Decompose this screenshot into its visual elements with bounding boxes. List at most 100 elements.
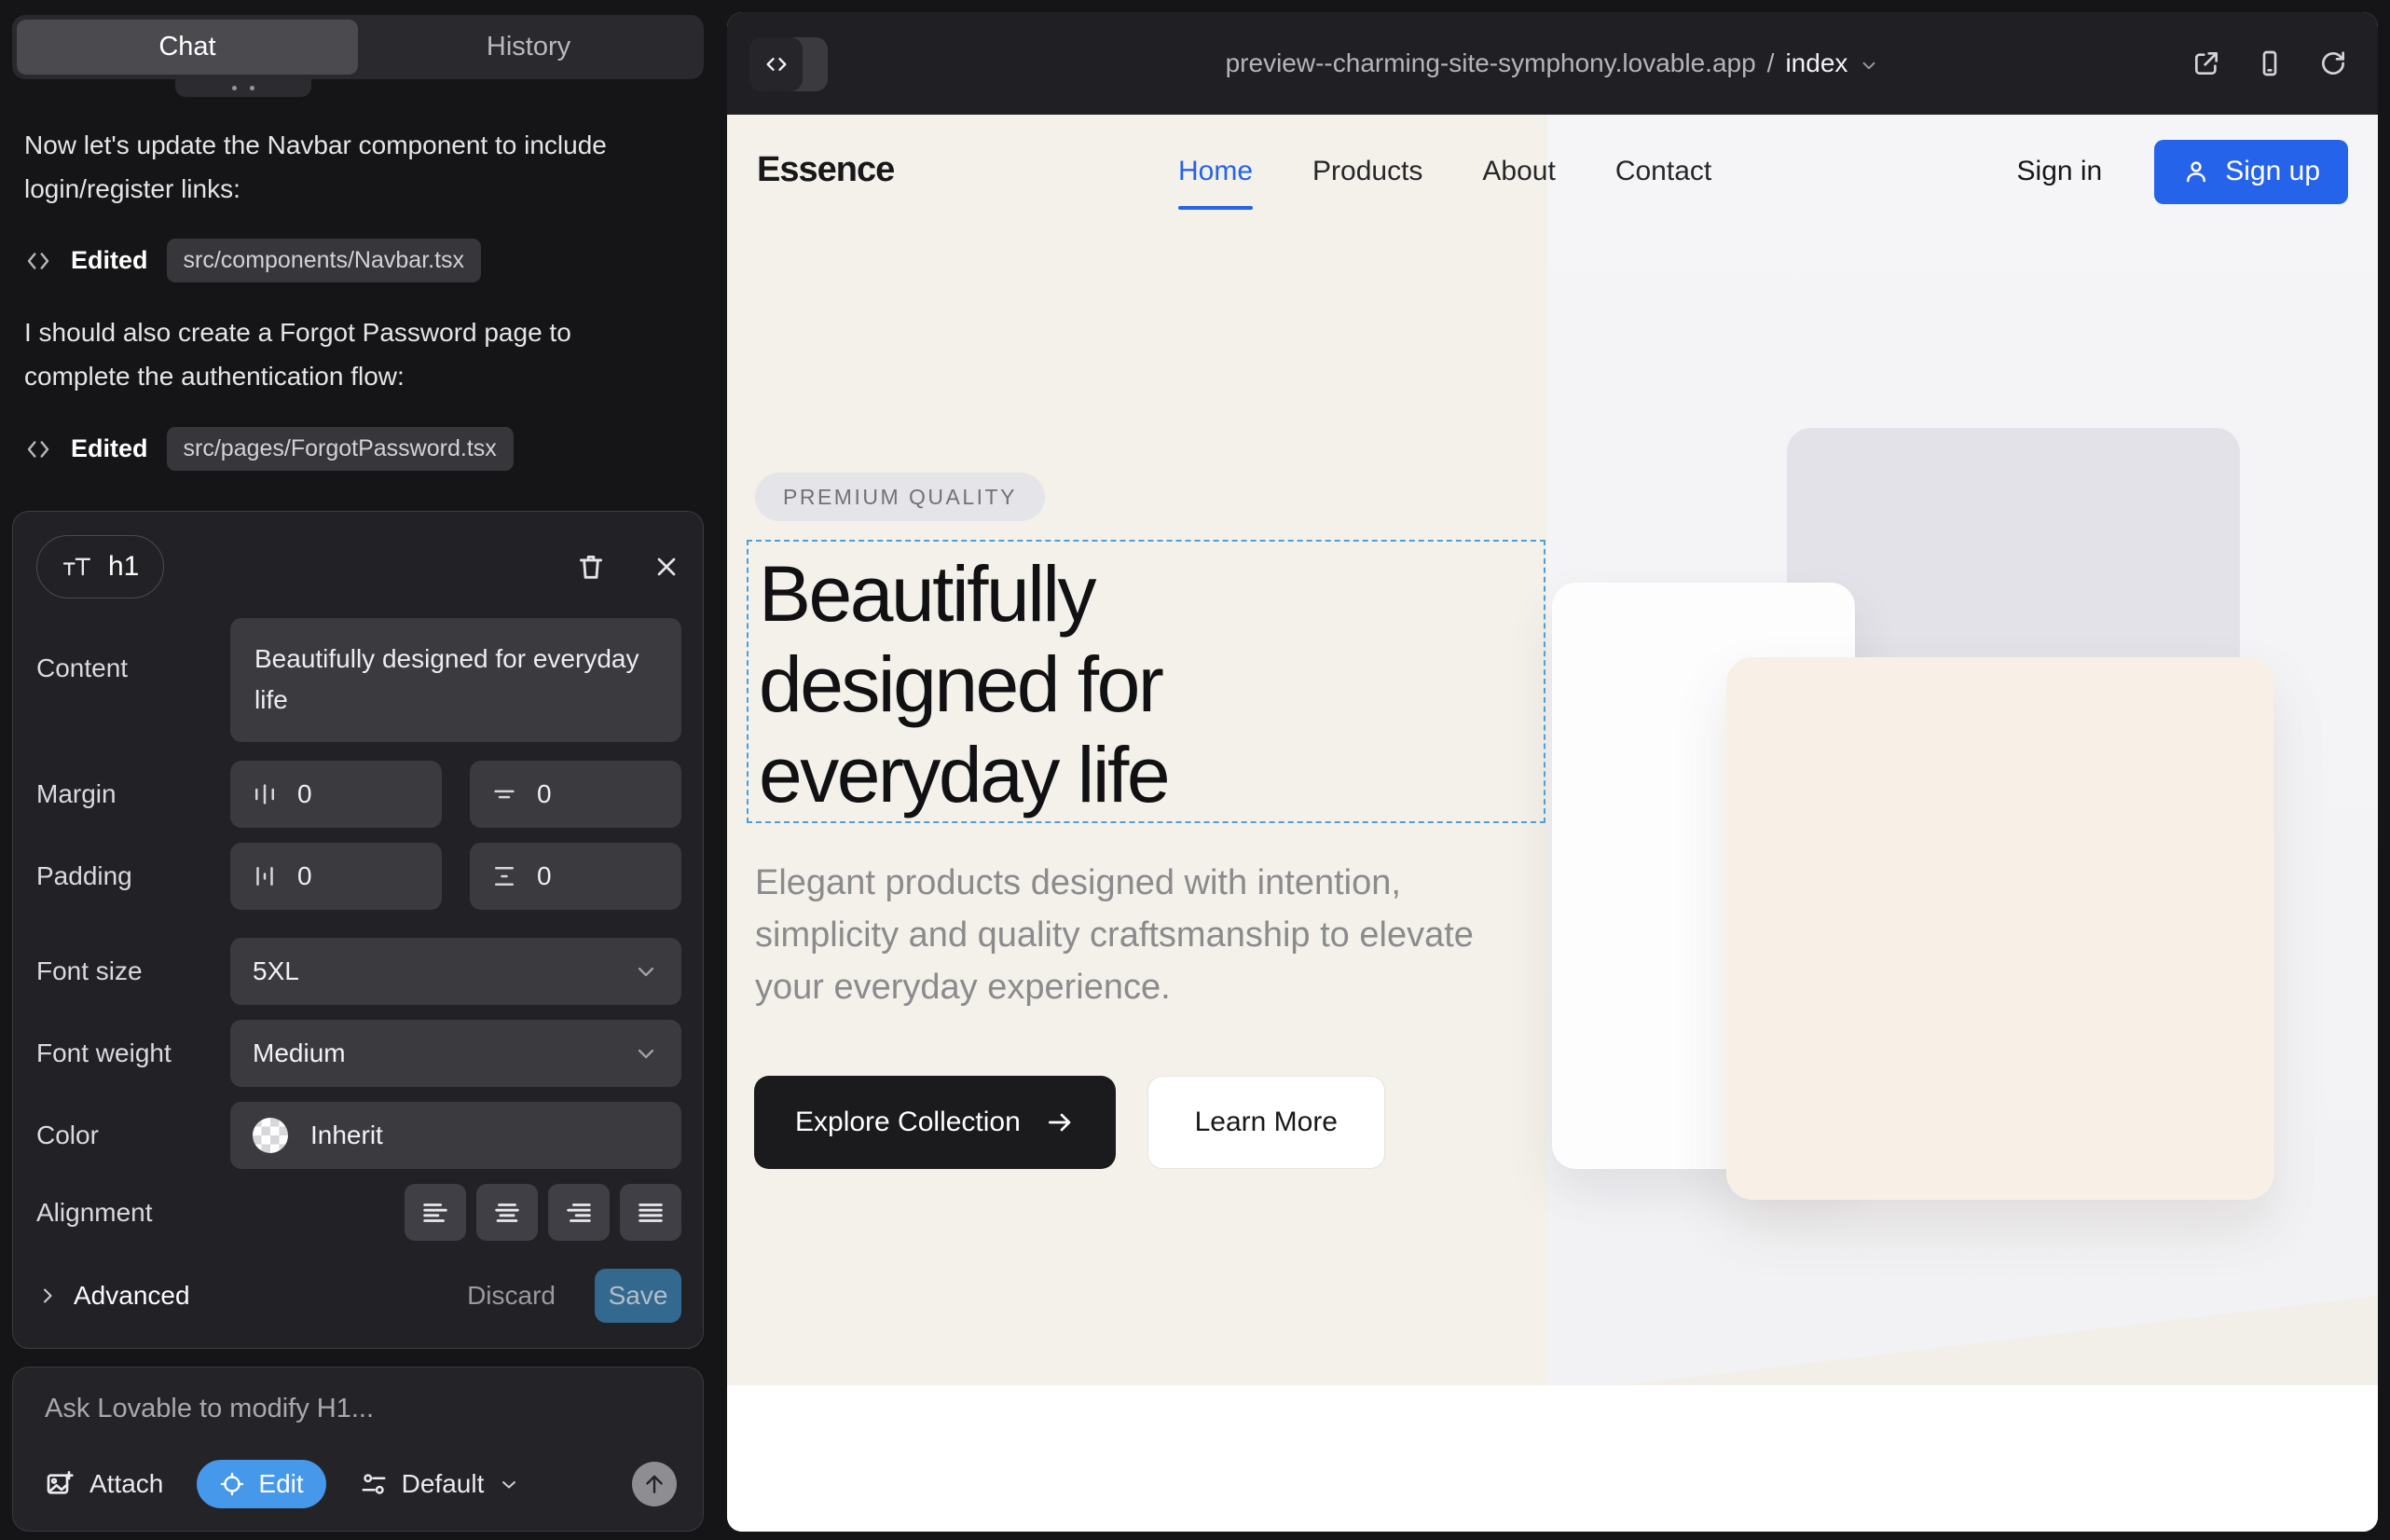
smartphone-icon: [2255, 48, 2285, 78]
font-size-select[interactable]: 5XL: [230, 938, 681, 1005]
type-icon: [62, 554, 93, 580]
font-weight-select[interactable]: Medium: [230, 1020, 681, 1087]
preview-url[interactable]: preview--charming-site-symphony.lovable.…: [727, 12, 2378, 115]
alignment-row: Alignment: [36, 1184, 681, 1241]
editor-footer: Advanced Discard Save: [36, 1269, 681, 1323]
prompt-composer: Ask Lovable to modify H1... Attach: [12, 1367, 704, 1532]
align-justify-button[interactable]: [620, 1184, 681, 1241]
margin-row: Margin 0 0: [36, 761, 681, 828]
margin-x-input[interactable]: 0: [230, 761, 442, 828]
align-justify-icon: [635, 1197, 666, 1229]
align-left-icon: [419, 1197, 451, 1229]
delete-element-button[interactable]: [575, 551, 607, 583]
attach-button[interactable]: Attach: [45, 1469, 163, 1499]
hero-badge: PREMIUM QUALITY: [755, 473, 1045, 521]
target-icon: [219, 1471, 245, 1497]
sliders-icon: [360, 1470, 388, 1498]
align-center-button[interactable]: [476, 1184, 538, 1241]
code-icon: [24, 435, 52, 463]
url-separator: /: [1767, 48, 1775, 78]
mobile-view-button[interactable]: [2255, 48, 2285, 78]
chevron-down-icon: [633, 1040, 659, 1066]
discard-button[interactable]: Discard: [467, 1281, 556, 1311]
chevron-right-icon: [36, 1285, 59, 1307]
alignment-label: Alignment: [36, 1198, 230, 1228]
edited-file-row: Edited src/pages/ForgotPassword.tsx: [24, 427, 514, 471]
learn-more-button[interactable]: Learn More: [1147, 1076, 1385, 1169]
margin-y-input[interactable]: 0: [470, 761, 681, 828]
nav-link-about[interactable]: About: [1482, 156, 1555, 187]
color-label: Color: [36, 1121, 230, 1150]
margin-horizontal-icon: [251, 780, 279, 808]
nav-link-contact[interactable]: Contact: [1615, 156, 1711, 187]
align-right-button[interactable]: [548, 1184, 610, 1241]
sign-up-button[interactable]: Sign up: [2154, 140, 2348, 204]
active-underline: [1178, 206, 1253, 210]
external-link-icon: [2191, 48, 2221, 78]
padding-vertical-icon: [490, 862, 518, 890]
send-button[interactable]: [632, 1462, 677, 1506]
font-size-label: Font size: [36, 956, 230, 986]
explore-collection-button[interactable]: Explore Collection: [754, 1076, 1116, 1169]
save-button[interactable]: Save: [595, 1269, 681, 1323]
site-nav-links: Home Products About Contact: [1178, 115, 1711, 228]
padding-horizontal-icon: [251, 862, 279, 890]
preview-panel: preview--charming-site-symphony.lovable.…: [727, 12, 2378, 1532]
refresh-button[interactable]: [2318, 48, 2348, 78]
edited-file-chip[interactable]: src/components/Navbar.tsx: [167, 239, 482, 282]
user-icon: [2182, 158, 2210, 186]
scrolled-badge-peek: [175, 79, 311, 97]
tag-label: h1: [108, 551, 139, 583]
element-editor-panel: h1 Content Beautifully designed for ever…: [12, 511, 704, 1349]
chat-panel: Chat History Now let's update the Navbar…: [0, 0, 725, 1540]
advanced-toggle[interactable]: Advanced: [36, 1281, 190, 1311]
image-plus-icon: [45, 1469, 75, 1499]
edit-mode-pill[interactable]: Edit: [197, 1460, 325, 1508]
trash-icon: [575, 551, 607, 583]
font-weight-label: Font weight: [36, 1038, 230, 1068]
lovable-app: Chat History Now let's update the Navbar…: [0, 0, 2390, 1540]
margin-label: Margin: [36, 779, 230, 809]
site-preview: Essence Home Products About Contact Sign…: [727, 115, 2378, 1532]
content-label: Content: [36, 653, 230, 683]
content-textarea[interactable]: Beautifully designed for everyday life: [230, 618, 681, 742]
tab-chat[interactable]: Chat: [17, 20, 358, 75]
arrow-up-icon: [641, 1471, 667, 1497]
tab-history[interactable]: History: [358, 20, 699, 75]
code-icon: [24, 247, 52, 275]
open-in-new-tab-button[interactable]: [2191, 48, 2221, 78]
sign-in-link[interactable]: Sign in: [2017, 156, 2103, 187]
padding-y-input[interactable]: 0: [470, 843, 681, 910]
chat-history-tabbar: Chat History: [12, 15, 704, 79]
selected-element-tag[interactable]: h1: [36, 535, 164, 598]
padding-row: Padding 0 0: [36, 843, 681, 910]
hero-heading[interactable]: Beautifully designed for everyday life: [759, 549, 1168, 820]
chevron-down-icon: [1859, 55, 1879, 76]
close-icon: [652, 552, 681, 582]
hero-paragraph: Elegant products designed with intention…: [755, 857, 1510, 1013]
edited-file-chip[interactable]: src/pages/ForgotPassword.tsx: [167, 427, 514, 471]
hero-section: PREMIUM QUALITY Beautifully designed for…: [727, 228, 2378, 1385]
content-row: Content Beautifully designed for everyda…: [36, 618, 681, 742]
color-swatch-transparent: [253, 1118, 288, 1153]
color-row: Color Inherit: [36, 1102, 681, 1169]
edited-file-row: Edited src/components/Navbar.tsx: [24, 239, 481, 282]
align-right-icon: [563, 1197, 595, 1229]
align-left-button[interactable]: [405, 1184, 466, 1241]
prompt-input[interactable]: Ask Lovable to modify H1...: [45, 1394, 677, 1424]
model-selector[interactable]: Default: [360, 1469, 521, 1499]
nav-link-products[interactable]: Products: [1312, 156, 1422, 187]
nav-link-home[interactable]: Home: [1178, 156, 1253, 187]
font-weight-row: Font weight Medium: [36, 1020, 681, 1087]
color-select[interactable]: Inherit: [230, 1102, 681, 1169]
editor-header: h1: [36, 534, 681, 599]
edited-label: Edited: [71, 246, 148, 275]
close-editor-button[interactable]: [652, 552, 681, 582]
url-domain: preview--charming-site-symphony.lovable.…: [1226, 48, 1756, 78]
padding-x-input[interactable]: 0: [230, 843, 442, 910]
refresh-icon: [2318, 48, 2348, 78]
margin-vertical-icon: [490, 780, 518, 808]
font-size-row: Font size 5XL: [36, 938, 681, 1005]
padding-label: Padding: [36, 861, 230, 891]
site-logo[interactable]: Essence: [757, 150, 894, 190]
